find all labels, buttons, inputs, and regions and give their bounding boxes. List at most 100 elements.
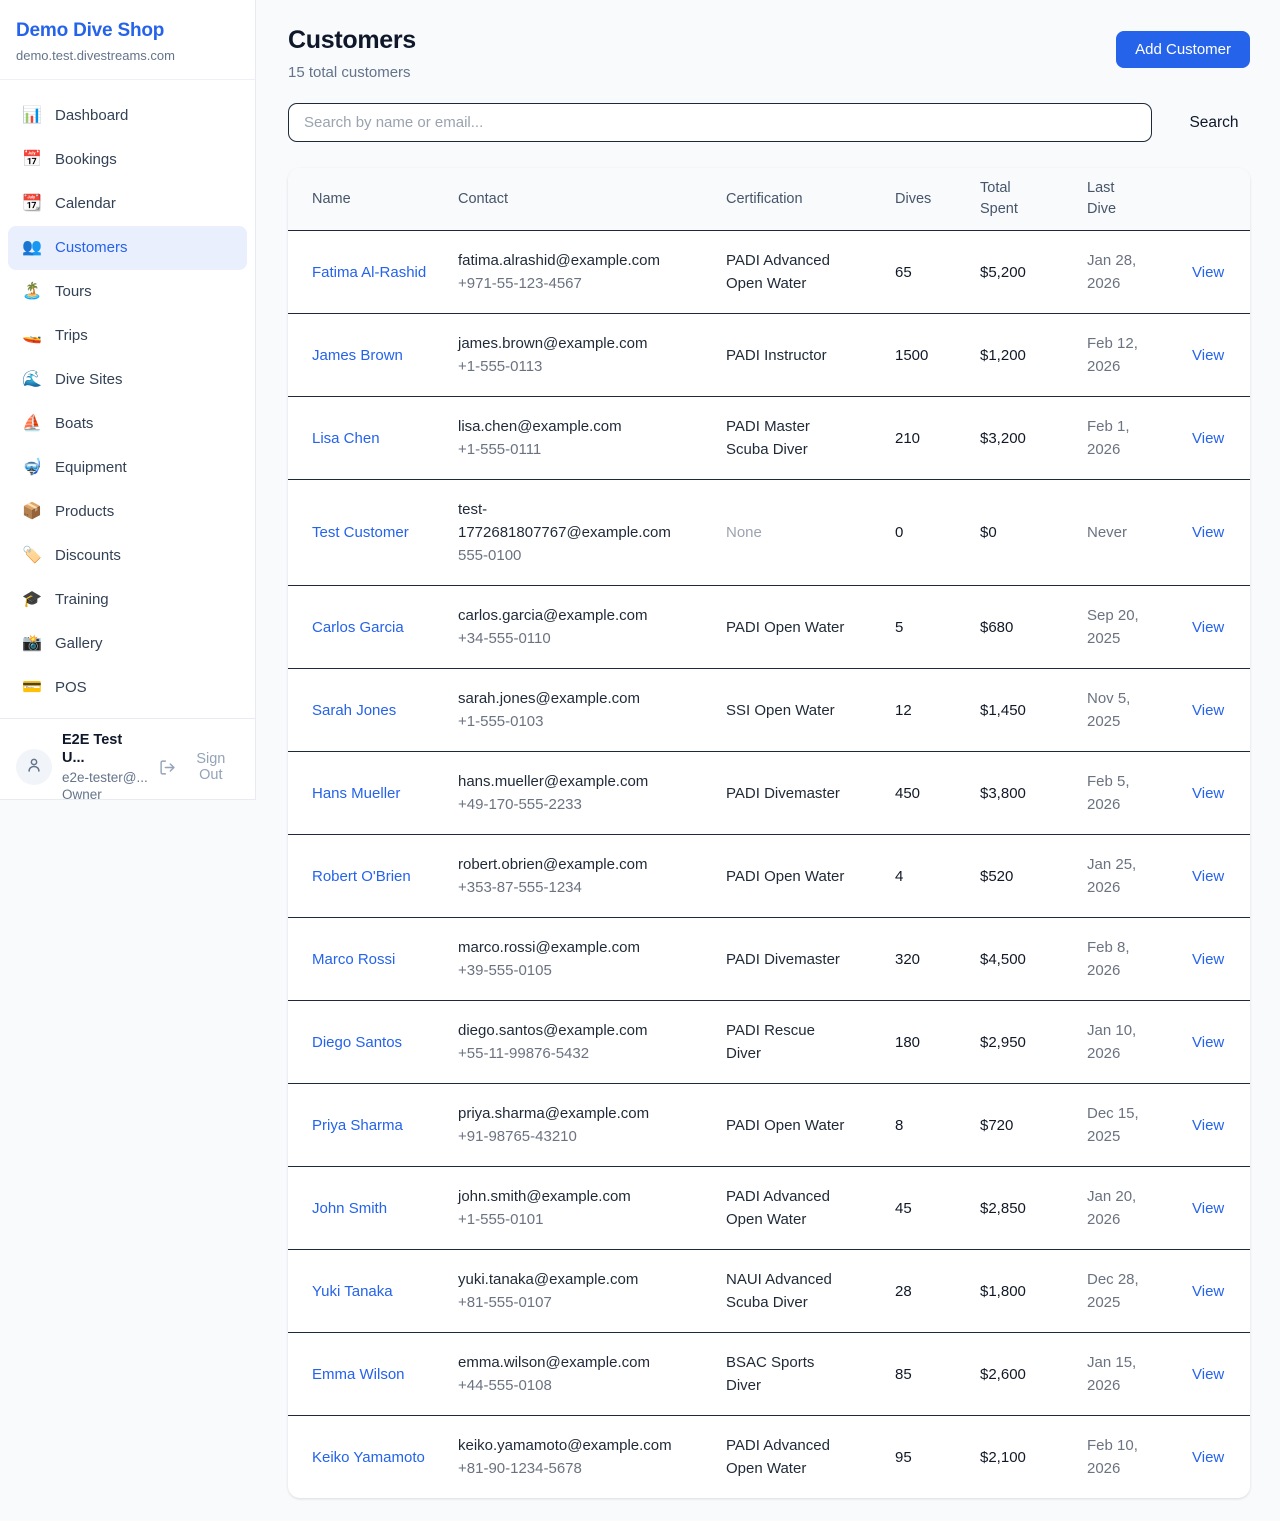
view-link[interactable]: View [1192, 524, 1224, 541]
view-link[interactable]: View [1192, 785, 1224, 802]
view-link[interactable]: View [1192, 1200, 1224, 1217]
customers-table-card: Name Contact Certification Dives Total S… [288, 168, 1250, 1498]
customer-last-dive: Feb 1, 2026 [1087, 397, 1192, 480]
calendar-icon: 📅 [22, 148, 42, 172]
sidebar-item-customers[interactable]: 👥 Customers [8, 226, 247, 270]
customer-last-dive: Sep 20, 2025 [1087, 586, 1192, 669]
wave-icon: 🌊 [22, 368, 42, 392]
people-icon: 👥 [22, 236, 42, 260]
main-content: Customers 15 total customers Add Custome… [256, 0, 1280, 1521]
customer-certification: PADI Divemaster [726, 752, 895, 835]
customer-dives: 320 [895, 918, 980, 1001]
customer-certification: PADI Divemaster [726, 918, 895, 1001]
customer-name-link[interactable]: Diego Santos [312, 1034, 402, 1051]
customer-email: hans.mueller@example.com [458, 770, 700, 793]
table-row: Hans Mueller hans.mueller@example.com +4… [288, 752, 1250, 835]
customer-name-link[interactable]: Marco Rossi [312, 951, 395, 968]
view-link[interactable]: View [1192, 1366, 1224, 1383]
sidebar-item-equipment[interactable]: 🤿 Equipment [8, 446, 247, 490]
search-button[interactable]: Search [1178, 114, 1250, 132]
column-header-last-dive: Last Dive [1087, 168, 1192, 231]
view-link[interactable]: View [1192, 347, 1224, 364]
sidebar-item-dive-sites[interactable]: 🌊 Dive Sites [8, 358, 247, 402]
customer-total-spent: $4,500 [980, 918, 1087, 1001]
table-row: Test Customer test-1772681807767@example… [288, 480, 1250, 586]
customer-total-spent: $1,450 [980, 669, 1087, 752]
add-customer-button[interactable]: Add Customer [1116, 31, 1250, 68]
view-link[interactable]: View [1192, 868, 1224, 885]
view-link[interactable]: View [1192, 1034, 1224, 1051]
sidebar-item-tours[interactable]: 🏝️ Tours [8, 270, 247, 314]
user-role: Owner [62, 786, 149, 803]
table-row: Yuki Tanaka yuki.tanaka@example.com +81-… [288, 1250, 1250, 1333]
customer-certification: NAUI Advanced Scuba Diver [726, 1250, 895, 1333]
view-link[interactable]: View [1192, 1283, 1224, 1300]
user-email: e2e-tester@... [62, 769, 149, 786]
sidebar-item-bookings[interactable]: 📅 Bookings [8, 138, 247, 182]
sidebar-item-pos[interactable]: 💳 POS [8, 666, 247, 710]
sailboat-icon: ⛵ [22, 412, 42, 436]
customer-certification: BSAC Sports Diver [726, 1333, 895, 1416]
customer-name-link[interactable]: Hans Mueller [312, 785, 400, 802]
customer-name-link[interactable]: Emma Wilson [312, 1366, 405, 1383]
view-link[interactable]: View [1192, 702, 1224, 719]
view-link[interactable]: View [1192, 951, 1224, 968]
customer-phone: +55-11-99876-5432 [458, 1042, 700, 1065]
sidebar-item-boats[interactable]: ⛵ Boats [8, 402, 247, 446]
sidebar-item-discounts[interactable]: 🏷️ Discounts [8, 534, 247, 578]
search-input[interactable] [288, 103, 1152, 142]
view-link[interactable]: View [1192, 1449, 1224, 1466]
customer-dives: 45 [895, 1167, 980, 1250]
view-link[interactable]: View [1192, 619, 1224, 636]
customers-table: Name Contact Certification Dives Total S… [288, 168, 1250, 1498]
customer-email: keiko.yamamoto@example.com [458, 1434, 700, 1457]
customer-name-link[interactable]: Test Customer [312, 524, 409, 541]
column-header-total-spent: Total Spent [980, 168, 1087, 231]
customer-total-spent: $2,100 [980, 1416, 1087, 1499]
page-title: Customers [288, 26, 416, 55]
customer-dives: 5 [895, 586, 980, 669]
sidebar-item-training[interactable]: 🎓 Training [8, 578, 247, 622]
sidebar-item-dashboard[interactable]: 📊 Dashboard [8, 94, 247, 138]
table-row: Carlos Garcia carlos.garcia@example.com … [288, 586, 1250, 669]
customer-name-link[interactable]: Keiko Yamamoto [312, 1449, 425, 1466]
customer-last-dive: Feb 8, 2026 [1087, 918, 1192, 1001]
customer-total-spent: $3,200 [980, 397, 1087, 480]
table-header-row: Name Contact Certification Dives Total S… [288, 168, 1250, 231]
customer-name-link[interactable]: Robert O'Brien [312, 868, 411, 885]
customer-name-link[interactable]: John Smith [312, 1200, 387, 1217]
view-link[interactable]: View [1192, 264, 1224, 281]
customer-last-dive: Jan 15, 2026 [1087, 1333, 1192, 1416]
view-link[interactable]: View [1192, 430, 1224, 447]
customer-name-link[interactable]: Fatima Al-Rashid [312, 264, 426, 281]
sign-out-button[interactable]: Sign Out [159, 751, 239, 783]
sidebar-item-calendar[interactable]: 📆 Calendar [8, 182, 247, 226]
customer-last-dive: Never [1087, 480, 1192, 586]
customer-name-link[interactable]: Lisa Chen [312, 430, 380, 447]
bar-chart-icon: 📊 [22, 104, 42, 128]
customer-email: lisa.chen@example.com [458, 415, 700, 438]
customer-total-spent: $3,800 [980, 752, 1087, 835]
sidebar-nav: 📊 Dashboard 📅 Bookings 📆 Calendar 👥 Cust… [0, 80, 255, 718]
customer-name-link[interactable]: James Brown [312, 347, 403, 364]
customer-name-link[interactable]: Priya Sharma [312, 1117, 403, 1134]
customer-total-spent: $2,600 [980, 1333, 1087, 1416]
customer-email: test-1772681807767@example.com [458, 498, 700, 544]
customer-dives: 95 [895, 1416, 980, 1499]
sidebar-item-gallery[interactable]: 📸 Gallery [8, 622, 247, 666]
view-link[interactable]: View [1192, 1117, 1224, 1134]
sidebar-item-products[interactable]: 📦 Products [8, 490, 247, 534]
customer-certification: SSI Open Water [726, 669, 895, 752]
customer-name-link[interactable]: Carlos Garcia [312, 619, 404, 636]
customer-last-dive: Jan 20, 2026 [1087, 1167, 1192, 1250]
customer-phone: +1-555-0103 [458, 710, 700, 733]
customer-name-link[interactable]: Sarah Jones [312, 702, 396, 719]
shop-domain: demo.test.divestreams.com [16, 48, 239, 63]
customer-dives: 0 [895, 480, 980, 586]
sidebar-item-trips[interactable]: 🚤 Trips [8, 314, 247, 358]
customer-name-link[interactable]: Yuki Tanaka [312, 1283, 393, 1300]
customer-last-dive: Dec 28, 2025 [1087, 1250, 1192, 1333]
customer-certification: PADI Advanced Open Water [726, 1416, 895, 1499]
tear-off-calendar-icon: 📆 [22, 192, 42, 216]
table-row: Lisa Chen lisa.chen@example.com +1-555-0… [288, 397, 1250, 480]
